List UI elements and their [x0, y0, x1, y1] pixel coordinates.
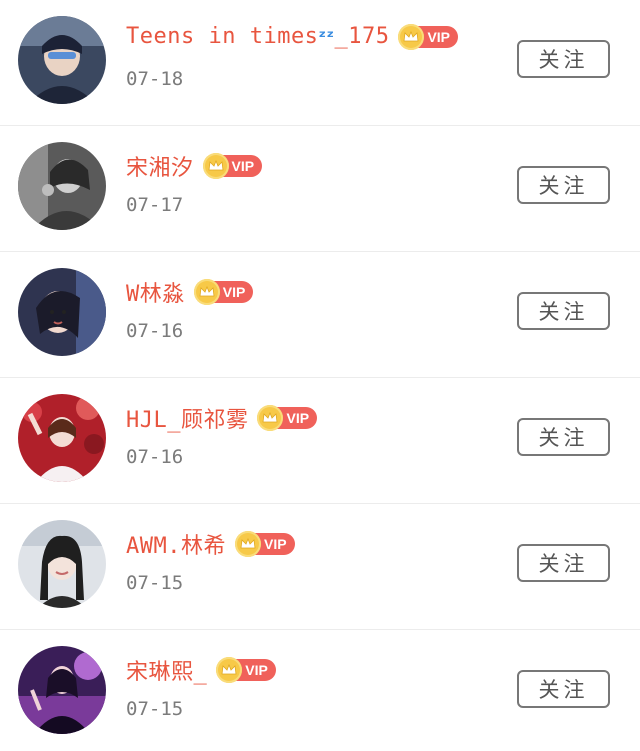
- follow-button[interactable]: 关注: [517, 40, 610, 78]
- avatar-image: [18, 142, 106, 230]
- list-item[interactable]: AWM.林希 VIP 07-15 关注: [0, 504, 640, 630]
- avatar[interactable]: [18, 520, 106, 608]
- follow-date: 07-16: [126, 446, 184, 468]
- vip-badge: VIP: [193, 279, 254, 305]
- vip-badge: VIP: [257, 405, 318, 431]
- username[interactable]: HJL_顾祁雾: [126, 402, 248, 434]
- username[interactable]: Teens in timesᶻᶻ_175: [126, 24, 389, 49]
- username[interactable]: 宋湘汐: [126, 150, 194, 182]
- follow-date: 07-15: [126, 698, 184, 720]
- name-line: 宋湘汐 VIP: [126, 150, 263, 182]
- follow-button[interactable]: 关注: [517, 418, 610, 456]
- crown-icon: [398, 23, 425, 50]
- avatar-image: [18, 268, 106, 356]
- name-line: 宋琳熙_ VIP: [126, 654, 276, 686]
- crown-icon: [257, 405, 284, 431]
- username[interactable]: 宋琳熙_: [126, 654, 207, 686]
- crown-icon: [193, 279, 220, 305]
- username[interactable]: W林淼: [126, 276, 185, 308]
- follow-date: 07-18: [126, 68, 184, 90]
- follow-button[interactable]: 关注: [517, 544, 610, 582]
- follower-list: Teens in timesᶻᶻ_175 VIP 07-18 关注 宋湘汐 VI…: [0, 0, 640, 751]
- vip-label: VIP: [427, 28, 451, 45]
- avatar-image: [18, 646, 106, 734]
- avatar[interactable]: [18, 142, 106, 230]
- follow-button[interactable]: 关注: [517, 292, 610, 330]
- vip-label: VIP: [245, 662, 268, 678]
- name-line: W林淼 VIP: [126, 276, 254, 308]
- follow-button[interactable]: 关注: [517, 166, 610, 204]
- follow-date: 07-16: [126, 320, 184, 342]
- list-item[interactable]: 宋琳熙_ VIP 07-15 关注: [0, 630, 640, 751]
- avatar[interactable]: [18, 16, 106, 104]
- list-item[interactable]: Teens in timesᶻᶻ_175 VIP 07-18 关注: [0, 0, 640, 126]
- avatar[interactable]: [18, 268, 106, 356]
- list-item[interactable]: 宋湘汐 VIP 07-17 关注: [0, 126, 640, 252]
- crown-icon: [234, 531, 261, 557]
- follow-button[interactable]: 关注: [517, 670, 610, 708]
- vip-label: VIP: [286, 410, 310, 426]
- avatar-image: [18, 520, 106, 608]
- follow-date: 07-17: [126, 194, 184, 216]
- avatar-image: [18, 394, 106, 482]
- vip-label: VIP: [231, 158, 255, 174]
- list-item[interactable]: HJL_顾祁雾 VIP 07-16 关注: [0, 378, 640, 504]
- avatar[interactable]: [18, 646, 106, 734]
- avatar[interactable]: [18, 394, 106, 482]
- name-line: AWM.林希 VIP: [126, 528, 295, 560]
- vip-badge: VIP: [202, 153, 263, 179]
- crown-icon: [216, 657, 243, 683]
- follow-date: 07-15: [126, 572, 184, 594]
- vip-badge: VIP: [234, 531, 295, 557]
- name-line: Teens in timesᶻᶻ_175 VIP: [126, 23, 459, 50]
- crown-icon: [202, 153, 229, 179]
- name-line: HJL_顾祁雾 VIP: [126, 402, 318, 434]
- list-item[interactable]: W林淼 VIP 07-16 关注: [0, 252, 640, 378]
- avatar-image: [18, 16, 106, 104]
- vip-badge: VIP: [398, 23, 459, 50]
- username[interactable]: AWM.林希: [126, 528, 226, 560]
- vip-label: VIP: [263, 536, 287, 552]
- vip-label: VIP: [222, 284, 246, 300]
- sleeping-zzz-icon: ᶻᶻ: [318, 27, 335, 48]
- vip-badge: VIP: [216, 657, 276, 683]
